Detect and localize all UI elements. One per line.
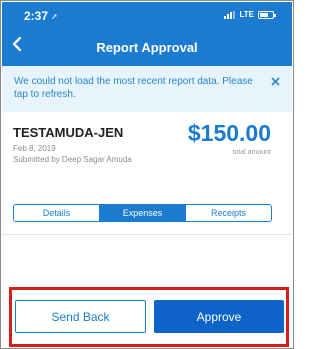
approve-button[interactable]: Approve [154,300,284,333]
network-type: LTE [239,10,254,19]
segmented-tabs: Details Expenses Receipts [13,204,272,222]
refresh-banner[interactable]: We could not load the most recent report… [2,66,292,112]
banner-message: We could not load the most recent report… [14,76,253,100]
nav-bar: Report Approval [2,28,292,66]
report-date: Feb 8, 2019 [13,144,56,153]
tab-details[interactable]: Details [14,205,100,221]
battery-icon [258,10,276,19]
total-amount-label: total amount [232,149,271,156]
send-back-button[interactable]: Send Back [15,300,146,333]
banner-close-button[interactable] [268,75,282,89]
page-title: Report Approval [96,40,198,55]
tab-expenses[interactable]: Expenses [100,205,186,221]
app-header: 2:37 ➚ LTE Report Approval [2,2,292,66]
total-amount: $150.00 [187,120,271,146]
location-arrow-icon: ➚ [51,11,58,21]
report-name: TESTAMUDA-JEN [13,125,124,140]
app-screen: 2:37 ➚ LTE Report Approval We could not … [0,0,294,349]
status-indicators: LTE [224,10,276,19]
close-icon [270,73,280,91]
signal-icon [224,10,236,19]
tab-content-area [2,235,292,285]
clock-text: 2:37 [24,9,49,23]
status-time: 2:37 ➚ [24,9,58,23]
report-submitter: Submitted by Deep Sagar Amuda [13,155,132,164]
status-bar: 2:37 ➚ LTE [2,2,292,28]
tab-receipts[interactable]: Receipts [186,205,271,221]
